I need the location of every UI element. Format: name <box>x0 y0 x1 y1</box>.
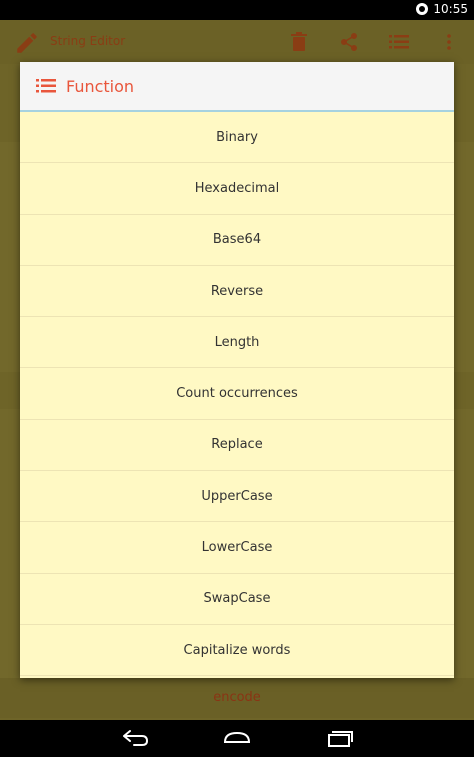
dialog-title: Function <box>66 76 135 96</box>
function-item-hexadecimal[interactable]: Hexadecimal <box>20 163 454 215</box>
function-item-uppercase[interactable]: UpperCase <box>20 471 454 523</box>
status-right: 10:55 <box>416 2 468 16</box>
overflow-icon <box>447 34 451 50</box>
home-icon[interactable] <box>222 728 252 748</box>
delete-button[interactable] <box>274 20 324 64</box>
function-item-count-occurrences[interactable]: Count occurrences <box>20 368 454 420</box>
navigation-bar <box>0 720 474 757</box>
function-item-reverse[interactable]: Reverse <box>20 266 454 318</box>
overflow-menu-button[interactable] <box>424 20 474 64</box>
function-dialog: Function Binary Hexadecimal Base64 Rever… <box>20 62 454 678</box>
function-item-length[interactable]: Length <box>20 317 454 369</box>
pencil-icon[interactable] <box>14 30 40 56</box>
status-bar: 10:55 <box>0 0 474 20</box>
data-saver-icon <box>416 3 429 15</box>
dialog-header: Function <box>20 62 454 112</box>
share-button[interactable] <box>324 20 374 64</box>
encode-button[interactable]: encode <box>0 678 474 718</box>
share-icon <box>341 33 357 51</box>
recents-icon[interactable] <box>324 728 354 748</box>
function-item-base64[interactable]: Base64 <box>20 215 454 266</box>
function-item-capitalize-words[interactable]: Capitalize words <box>20 625 454 677</box>
app-actions <box>274 20 474 64</box>
function-item-lowercase[interactable]: LowerCase <box>20 522 454 574</box>
function-item-binary[interactable]: Binary <box>20 112 454 164</box>
delete-icon <box>291 32 307 51</box>
list-icon <box>389 35 409 49</box>
back-icon[interactable] <box>120 728 150 748</box>
function-item-replace[interactable]: Replace <box>20 420 454 472</box>
function-item-swapcase[interactable]: SwapCase <box>20 574 454 625</box>
status-time: 10:55 <box>433 2 468 16</box>
list-button[interactable] <box>374 20 424 64</box>
list-icon <box>36 79 56 93</box>
app-bar: String Editor <box>0 20 474 64</box>
app-title: String Editor <box>50 34 126 48</box>
